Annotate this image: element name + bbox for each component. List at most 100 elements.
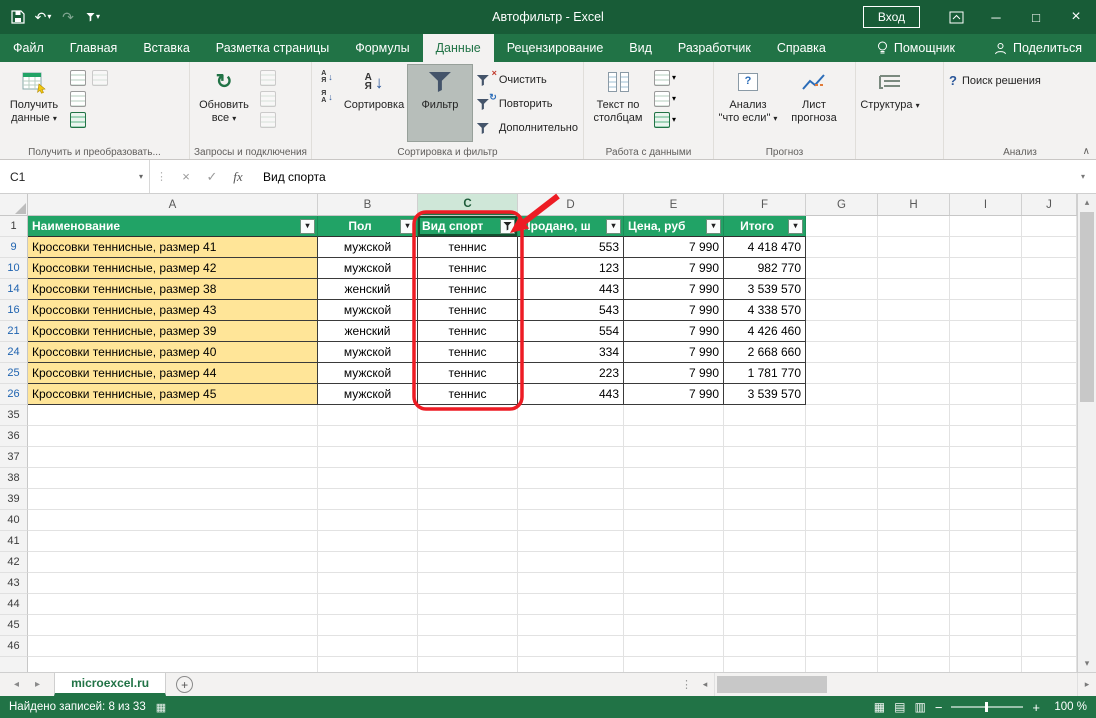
cell[interactable] [518, 594, 624, 615]
cell[interactable] [806, 636, 878, 657]
filter-button-ribbon[interactable]: Фильтр [407, 64, 473, 142]
cell[interactable] [878, 468, 950, 489]
row-number[interactable]: 9 [0, 237, 28, 258]
cell[interactable] [878, 363, 950, 384]
tab-developer[interactable]: Разработчик [665, 34, 764, 62]
cell-sport[interactable]: теннис [418, 258, 518, 279]
cell[interactable] [806, 573, 878, 594]
cell[interactable] [950, 615, 1022, 636]
cell[interactable] [806, 216, 878, 237]
cell[interactable] [878, 237, 950, 258]
cell[interactable] [624, 426, 724, 447]
cell[interactable] [318, 615, 418, 636]
cell-gender[interactable]: мужской [318, 237, 418, 258]
flash-fill-button[interactable] [654, 70, 670, 86]
cell[interactable] [950, 552, 1022, 573]
column-header-D[interactable]: D [518, 194, 624, 215]
horizontal-scroll-thumb[interactable] [717, 676, 827, 693]
cell-total[interactable]: 3 539 570 [724, 279, 806, 300]
header-cell-sold[interactable]: Продано, ш ▾ [518, 216, 624, 237]
forecast-sheet-button[interactable]: Лист прогноза [781, 64, 847, 142]
minimize-button[interactable]: ─ [976, 0, 1016, 34]
cell[interactable] [724, 468, 806, 489]
what-if-button[interactable]: ? Анализ "что если" ▾ [715, 64, 781, 142]
cell[interactable] [518, 405, 624, 426]
row-number[interactable] [0, 657, 28, 672]
cell[interactable] [28, 468, 318, 489]
cell[interactable] [950, 531, 1022, 552]
cell[interactable] [950, 300, 1022, 321]
cell-sport[interactable]: теннис [418, 237, 518, 258]
scroll-left-button[interactable]: ◂ [696, 673, 714, 696]
insert-function-button[interactable]: fx [225, 160, 251, 193]
cell[interactable] [724, 573, 806, 594]
cell-total[interactable]: 1 781 770 [724, 363, 806, 384]
cell-price[interactable]: 7 990 [624, 342, 724, 363]
cell[interactable] [878, 531, 950, 552]
cell-name[interactable]: Кроссовки теннисные, размер 43 [28, 300, 318, 321]
cell[interactable] [624, 510, 724, 531]
reapply-filter-button[interactable]: ↻ Повторить [473, 93, 582, 114]
cell[interactable] [418, 594, 518, 615]
cell[interactable] [878, 615, 950, 636]
column-header-E[interactable]: E [624, 194, 724, 215]
cell-sold[interactable]: 553 [518, 237, 624, 258]
vertical-scroll-track[interactable] [1078, 211, 1096, 655]
cell-total[interactable]: 4 426 460 [724, 321, 806, 342]
column-header-G[interactable]: G [806, 194, 878, 215]
row-number[interactable]: 10 [0, 258, 28, 279]
cell[interactable] [950, 510, 1022, 531]
cell[interactable] [878, 552, 950, 573]
column-header-C[interactable]: C [418, 194, 518, 215]
scroll-up-button[interactable]: ▴ [1078, 194, 1096, 211]
cell[interactable] [878, 594, 950, 615]
cell[interactable] [624, 615, 724, 636]
cell[interactable] [878, 321, 950, 342]
cell[interactable] [28, 531, 318, 552]
sort-button[interactable]: АЯ ↓ Сортировка [341, 64, 407, 142]
row-number[interactable]: 25 [0, 363, 28, 384]
cell[interactable] [806, 468, 878, 489]
cell[interactable] [806, 615, 878, 636]
cell[interactable] [28, 426, 318, 447]
collapse-ribbon-button[interactable]: ∧ [1083, 146, 1090, 157]
select-all-corner[interactable] [0, 194, 28, 215]
horizontal-scrollbar[interactable]: ◂ ▸ [696, 673, 1096, 696]
cell-name[interactable]: Кроссовки теннисные, размер 38 [28, 279, 318, 300]
data-validation-button[interactable] [654, 112, 670, 128]
cell[interactable] [418, 657, 518, 672]
cell[interactable] [950, 342, 1022, 363]
from-table-button[interactable] [70, 112, 86, 128]
row-number[interactable]: 14 [0, 279, 28, 300]
close-button[interactable]: × [1056, 0, 1096, 34]
tab-help[interactable]: Справка [764, 34, 839, 62]
cell[interactable] [28, 552, 318, 573]
cell[interactable] [1022, 342, 1077, 363]
cell[interactable] [950, 489, 1022, 510]
cell[interactable] [318, 657, 418, 672]
cell[interactable] [1022, 468, 1077, 489]
cell-gender[interactable]: мужской [318, 300, 418, 321]
filter-dropdown-button[interactable]: ▾ [606, 219, 621, 234]
assistant-box[interactable]: Помощник [865, 34, 967, 62]
row-number[interactable]: 39 [0, 489, 28, 510]
cell-name[interactable]: Кроссовки теннисные, размер 39 [28, 321, 318, 342]
cell[interactable] [624, 552, 724, 573]
cell-total[interactable]: 3 539 570 [724, 384, 806, 405]
cell[interactable] [950, 405, 1022, 426]
cell[interactable] [950, 657, 1022, 672]
cell[interactable] [950, 258, 1022, 279]
cell[interactable] [724, 552, 806, 573]
macro-record-icon[interactable]: ▦ [156, 701, 166, 714]
row-number[interactable]: 16 [0, 300, 28, 321]
cell[interactable] [950, 237, 1022, 258]
cell-name[interactable]: Кроссовки теннисные, размер 44 [28, 363, 318, 384]
cell[interactable] [950, 636, 1022, 657]
cell[interactable] [318, 552, 418, 573]
refresh-all-button[interactable]: ↻ Обновить все ▾ [191, 64, 257, 142]
cell[interactable] [624, 489, 724, 510]
cell-price[interactable]: 7 990 [624, 300, 724, 321]
new-sheet-button[interactable]: + [176, 676, 193, 693]
cell[interactable] [518, 552, 624, 573]
cell[interactable] [1022, 384, 1077, 405]
